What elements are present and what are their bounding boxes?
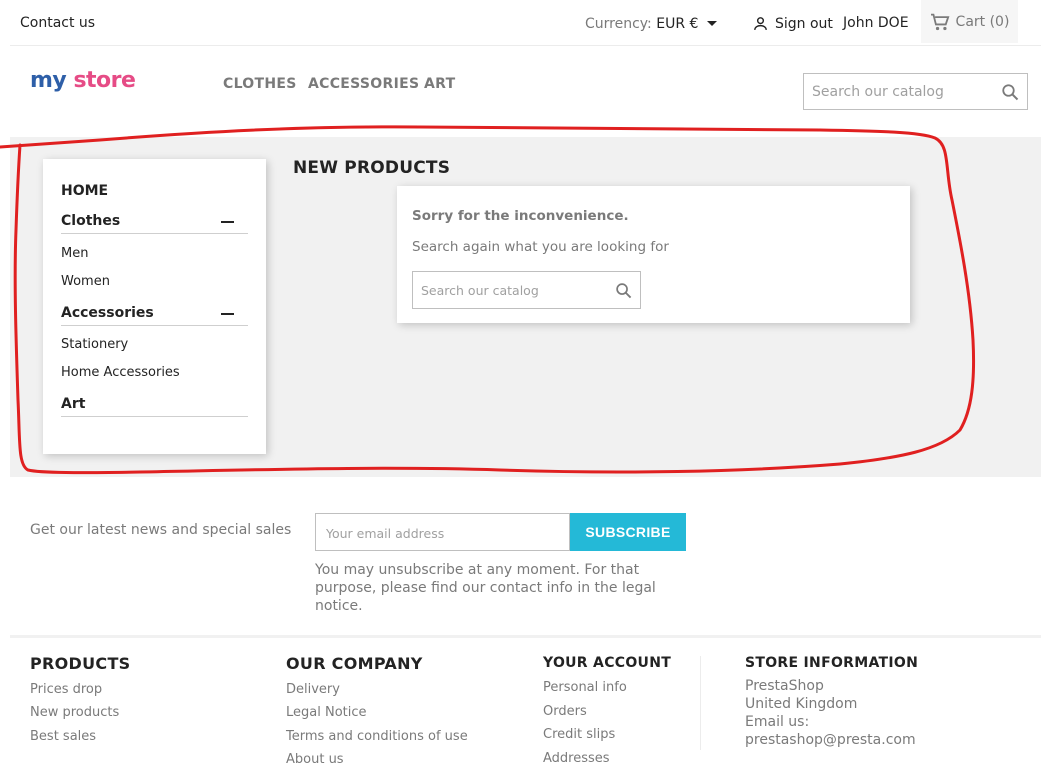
search-icon[interactable] <box>615 282 632 299</box>
store-logo[interactable]: my store <box>30 68 136 93</box>
panel-search-box <box>412 271 641 309</box>
footer-vertical-divider <box>700 656 701 750</box>
currency-value: EUR € <box>656 16 699 32</box>
newsletter-note: You may unsubscribe at any moment. For t… <box>315 562 656 614</box>
menu-clothes[interactable]: CLOTHES <box>223 76 297 92</box>
footer-link-terms[interactable]: Terms and conditions of use <box>286 729 468 744</box>
footer-store-title: STORE INFORMATION <box>745 655 919 671</box>
footer-link-credit-slips[interactable]: Credit slips <box>543 727 615 742</box>
category-clothes[interactable]: Clothes <box>61 213 248 234</box>
logo-text-store: store <box>73 68 136 93</box>
subscribe-button[interactable]: SUBSCRIBE <box>570 513 686 551</box>
newsletter-email-box <box>315 513 570 551</box>
collapse-minus-icon[interactable] <box>221 221 234 223</box>
currency-label: Currency: <box>585 16 652 32</box>
sign-out-label: Sign out <box>775 15 833 32</box>
category-women[interactable]: Women <box>61 274 110 289</box>
category-art[interactable]: Art <box>61 396 248 417</box>
search-icon[interactable] <box>1001 83 1019 101</box>
footer-company-title: OUR COMPANY <box>286 654 423 673</box>
store-email-link[interactable]: prestashop@presta.com <box>745 732 916 748</box>
category-accessories-label: Accessories <box>61 305 154 321</box>
category-accessories[interactable]: Accessories <box>61 305 248 326</box>
currency-selector[interactable]: Currency: EUR € <box>585 16 717 32</box>
sign-out-link[interactable]: Sign out <box>752 15 833 32</box>
footer-link-personal-info[interactable]: Personal info <box>543 680 627 695</box>
collapse-minus-icon[interactable] <box>221 313 234 315</box>
category-clothes-label: Clothes <box>61 213 121 229</box>
footer-account-title: YOUR ACCOUNT <box>543 655 672 671</box>
category-home[interactable]: HOME <box>61 183 108 199</box>
cart-button[interactable]: Cart (0) <box>921 0 1018 43</box>
shopping-cart-icon <box>930 13 949 30</box>
newsletter-email-input[interactable] <box>326 524 556 542</box>
cart-label: Cart (0) <box>955 13 1010 30</box>
menu-art[interactable]: ART <box>424 76 455 92</box>
footer-products-title: PRODUCTS <box>30 654 131 673</box>
footer-link-legal-notice[interactable]: Legal Notice <box>286 705 367 720</box>
footer-divider <box>10 635 1041 638</box>
category-home-accessories[interactable]: Home Accessories <box>61 365 180 380</box>
header-search-box <box>803 73 1028 110</box>
caret-down-icon <box>706 21 717 26</box>
footer-link-addresses[interactable]: Addresses <box>543 751 610 766</box>
category-art-label: Art <box>61 396 86 412</box>
newsletter-text: Get our latest news and special sales <box>30 522 292 538</box>
category-stationery[interactable]: Stationery <box>61 337 128 352</box>
footer-link-best-sales[interactable]: Best sales <box>30 729 96 744</box>
page-title: NEW PRODUCTS <box>293 158 451 178</box>
contact-us-link[interactable]: Contact us <box>20 15 95 31</box>
footer-link-prices-drop[interactable]: Prices drop <box>30 682 102 697</box>
menu-accessories[interactable]: ACCESSORIES <box>308 76 419 92</box>
logo-text-my: my <box>30 68 74 93</box>
category-tree: HOME Clothes Men Women Accessories Stati… <box>43 159 266 454</box>
user-icon <box>754 17 767 30</box>
account-name-link[interactable]: John DOE <box>843 15 909 31</box>
panel-search-input[interactable] <box>421 281 601 299</box>
header-search-input[interactable] <box>812 82 992 102</box>
store-country: United Kingdom <box>745 696 858 712</box>
no-products-panel: Sorry for the inconvenience. Search agai… <box>397 186 910 323</box>
sorry-message: Sorry for the inconvenience. <box>412 208 629 224</box>
search-again-message: Search again what you are looking for <box>412 239 669 255</box>
category-men[interactable]: Men <box>61 246 88 261</box>
footer-link-delivery[interactable]: Delivery <box>286 682 340 697</box>
store-name: PrestaShop <box>745 678 824 694</box>
store-email-label: Email us: <box>745 714 810 730</box>
footer-link-new-products[interactable]: New products <box>30 705 119 720</box>
footer-link-orders[interactable]: Orders <box>543 704 587 719</box>
footer-link-about-us[interactable]: About us <box>286 752 344 767</box>
